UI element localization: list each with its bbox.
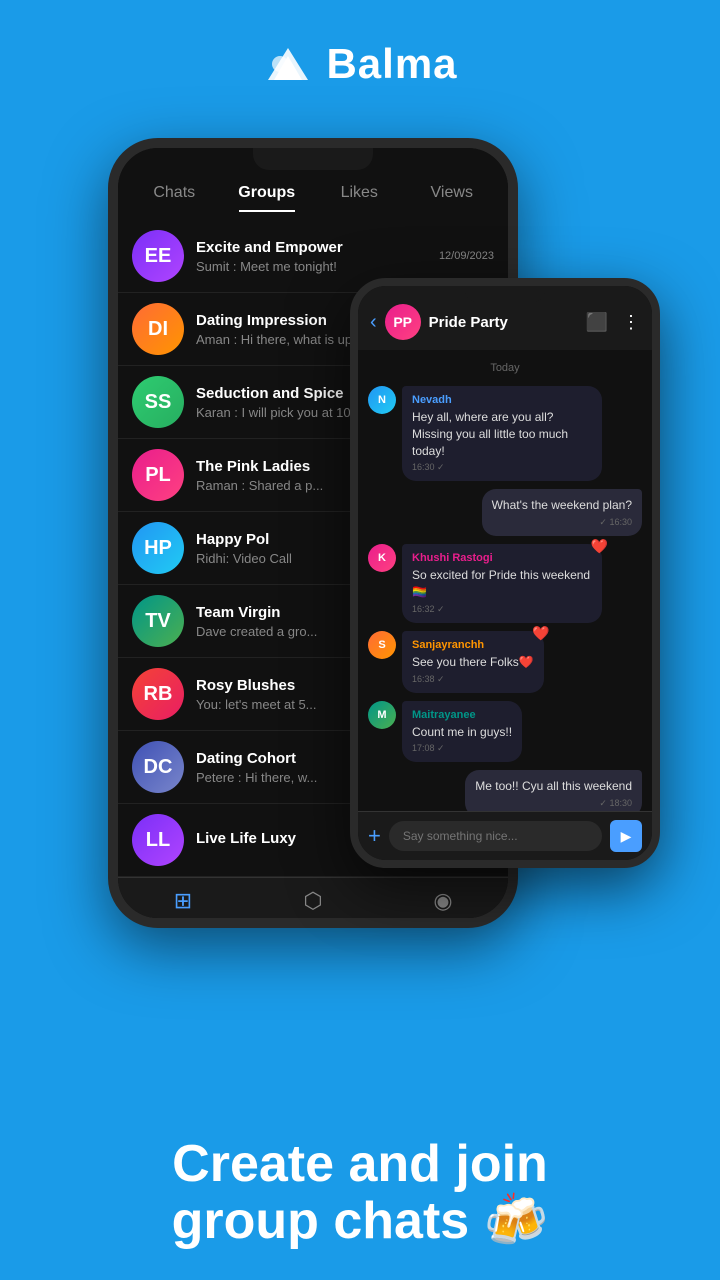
- add-button[interactable]: +: [368, 823, 381, 849]
- chat-preview: Sumit : Meet me tonight!: [196, 259, 427, 274]
- msg-time: ✓ 16:30: [492, 517, 632, 528]
- msg-text: Me too!! Cyu all this weekend: [475, 778, 632, 795]
- nav-explore[interactable]: ⊞ Explore: [118, 888, 248, 918]
- avatar-live-life: LL: [132, 814, 184, 866]
- phone-notch: [253, 148, 373, 170]
- heart-reaction: ❤️: [591, 538, 608, 555]
- chat-title: Pride Party: [429, 314, 578, 331]
- avatar-excite: EE: [132, 230, 184, 282]
- sender-name: Sanjayranchh: [412, 639, 534, 651]
- msg-avatar-maitrayanee: M: [368, 701, 396, 729]
- balma-logo-icon: [262, 42, 314, 86]
- message-khushi: K Khushi Rastogi So excited for Pride th…: [368, 544, 642, 623]
- tab-groups[interactable]: Groups: [221, 176, 314, 210]
- sender-name: Khushi Rastogi: [412, 552, 592, 564]
- avatar-dating-impression: DI: [132, 303, 184, 355]
- small-phone: ‹ PP Pride Party ⬛ ⋮ Today N Nevadh Hey …: [350, 278, 660, 868]
- explore-icon: ⊞: [174, 888, 192, 914]
- heart-reaction: ❤️: [532, 625, 549, 642]
- message-input-area: + ▶: [358, 811, 652, 860]
- chat-window: ‹ PP Pride Party ⬛ ⋮ Today N Nevadh Hey …: [358, 286, 652, 860]
- moments-icon: ⬡: [303, 888, 322, 914]
- msg-time: 16:38 ✓: [412, 674, 534, 685]
- msg-time: 16:32 ✓: [412, 604, 592, 615]
- app-logo-text: Balma: [326, 40, 457, 88]
- msg-avatar-khushi: K: [368, 544, 396, 572]
- msg-time: 17:08 ✓: [412, 743, 512, 754]
- chat-time: 12/09/2023: [439, 250, 494, 262]
- msg-bubble: Sanjayranchh See you there Folks❤️ 16:38…: [402, 631, 544, 693]
- msg-text: So excited for Pride this weekend 🏳️‍🌈: [412, 567, 592, 601]
- message-nevadh: N Nevadh Hey all, where are you all? Mis…: [368, 386, 642, 481]
- msg-bubble: Maitrayanee Count me in guys!! 17:08 ✓: [402, 701, 522, 763]
- msg-text: Hey all, where are you all? Missing you …: [412, 409, 592, 459]
- sender-name: Maitrayanee: [412, 709, 512, 721]
- message-sanjay: S Sanjayranchh See you there Folks❤️ 16:…: [368, 631, 642, 693]
- msg-text: What's the weekend plan?: [492, 497, 632, 514]
- avatar-pink-ladies: PL: [132, 449, 184, 501]
- live-icon: ◉: [433, 888, 452, 914]
- message-sent-1: What's the weekend plan? ✓ 16:30: [368, 489, 642, 536]
- avatar-dating-cohort: DC: [132, 741, 184, 793]
- msg-avatar-nevadh: N: [368, 386, 396, 414]
- send-icon: ▶: [621, 828, 632, 845]
- promo-line1: Create and join: [172, 1135, 548, 1193]
- tab-views[interactable]: Views: [406, 176, 499, 210]
- send-button[interactable]: ▶: [610, 820, 642, 852]
- msg-bubble: Nevadh Hey all, where are you all? Missi…: [402, 386, 602, 481]
- avatar-rosy: RB: [132, 668, 184, 720]
- sender-name: Nevadh: [412, 394, 592, 406]
- tab-chats[interactable]: Chats: [128, 176, 221, 210]
- avatar-happy-pol: HP: [132, 522, 184, 574]
- msg-time: ✓ 18:30: [475, 798, 632, 809]
- tab-likes[interactable]: Likes: [313, 176, 406, 210]
- app-header: Balma: [0, 0, 720, 118]
- nav-moments[interactable]: ⬡ Moments: [248, 888, 378, 918]
- more-options-icon[interactable]: ⋮: [622, 312, 640, 333]
- msg-bubble-sent: Me too!! Cyu all this weekend ✓ 18:30: [465, 770, 642, 811]
- messages-area: Today N Nevadh Hey all, where are you al…: [358, 350, 652, 811]
- nav-live[interactable]: ◉ Live: [378, 888, 508, 918]
- message-maitrayanee: M Maitrayanee Count me in guys!! 17:08 ✓: [368, 701, 642, 763]
- msg-bubble: Khushi Rastogi So excited for Pride this…: [402, 544, 602, 623]
- msg-time: 16:30 ✓: [412, 462, 592, 473]
- phone-notch-small: [465, 286, 545, 302]
- message-sent-2: Me too!! Cyu all this weekend ✓ 18:30: [368, 770, 642, 811]
- avatar-seduction: SS: [132, 376, 184, 428]
- date-divider: Today: [368, 362, 642, 374]
- promo-text: Create and join group chats 🍻: [0, 1136, 720, 1250]
- msg-text: Count me in guys!!: [412, 724, 512, 741]
- bottom-navigation: ⊞ Explore ⬡ Moments ◉ Live: [118, 877, 508, 918]
- promo-emoji: 🍻: [484, 1192, 549, 1250]
- message-input[interactable]: [389, 821, 602, 851]
- promo-line2: group chats: [172, 1192, 470, 1250]
- video-call-icon[interactable]: ⬛: [586, 312, 608, 333]
- msg-avatar-sanjay: S: [368, 631, 396, 659]
- chat-name: Excite and Empower: [196, 239, 427, 256]
- phones-area: Chats Groups Likes Views EE Excite and E…: [0, 118, 720, 958]
- msg-text: See you there Folks❤️: [412, 654, 534, 671]
- avatar-team-virgin: TV: [132, 595, 184, 647]
- chat-header-avatar: PP: [385, 304, 421, 340]
- back-button[interactable]: ‹: [370, 311, 377, 334]
- msg-bubble-sent: What's the weekend plan? ✓ 16:30: [482, 489, 642, 536]
